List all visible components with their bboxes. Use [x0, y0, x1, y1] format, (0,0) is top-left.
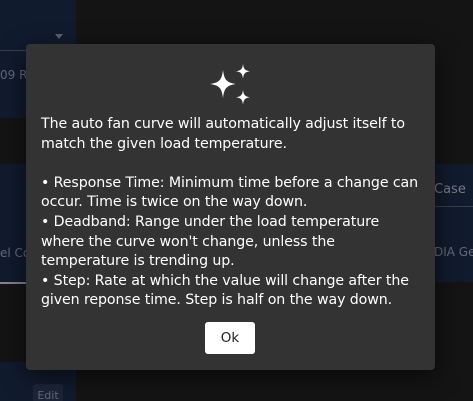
- bullet-step: • Step: Rate at which the value will cha…: [41, 272, 409, 309]
- ok-button[interactable]: Ok: [205, 322, 255, 354]
- dialog-intro: The auto fan curve will automatically ad…: [41, 116, 405, 152]
- auto-fan-curve-info-dialog: The auto fan curve will automatically ad…: [26, 44, 435, 370]
- app-window: 09 RF el Co Case DIA GeF Edit The auto f…: [0, 0, 473, 401]
- dialog-message: The auto fan curve will automatically ad…: [41, 115, 425, 311]
- bullet-deadband: • Deadband: Range under the load tempera…: [41, 213, 380, 270]
- sparkles-icon: [207, 64, 255, 108]
- bullet-response-time: • Response Time: Minimum time before a c…: [41, 174, 419, 211]
